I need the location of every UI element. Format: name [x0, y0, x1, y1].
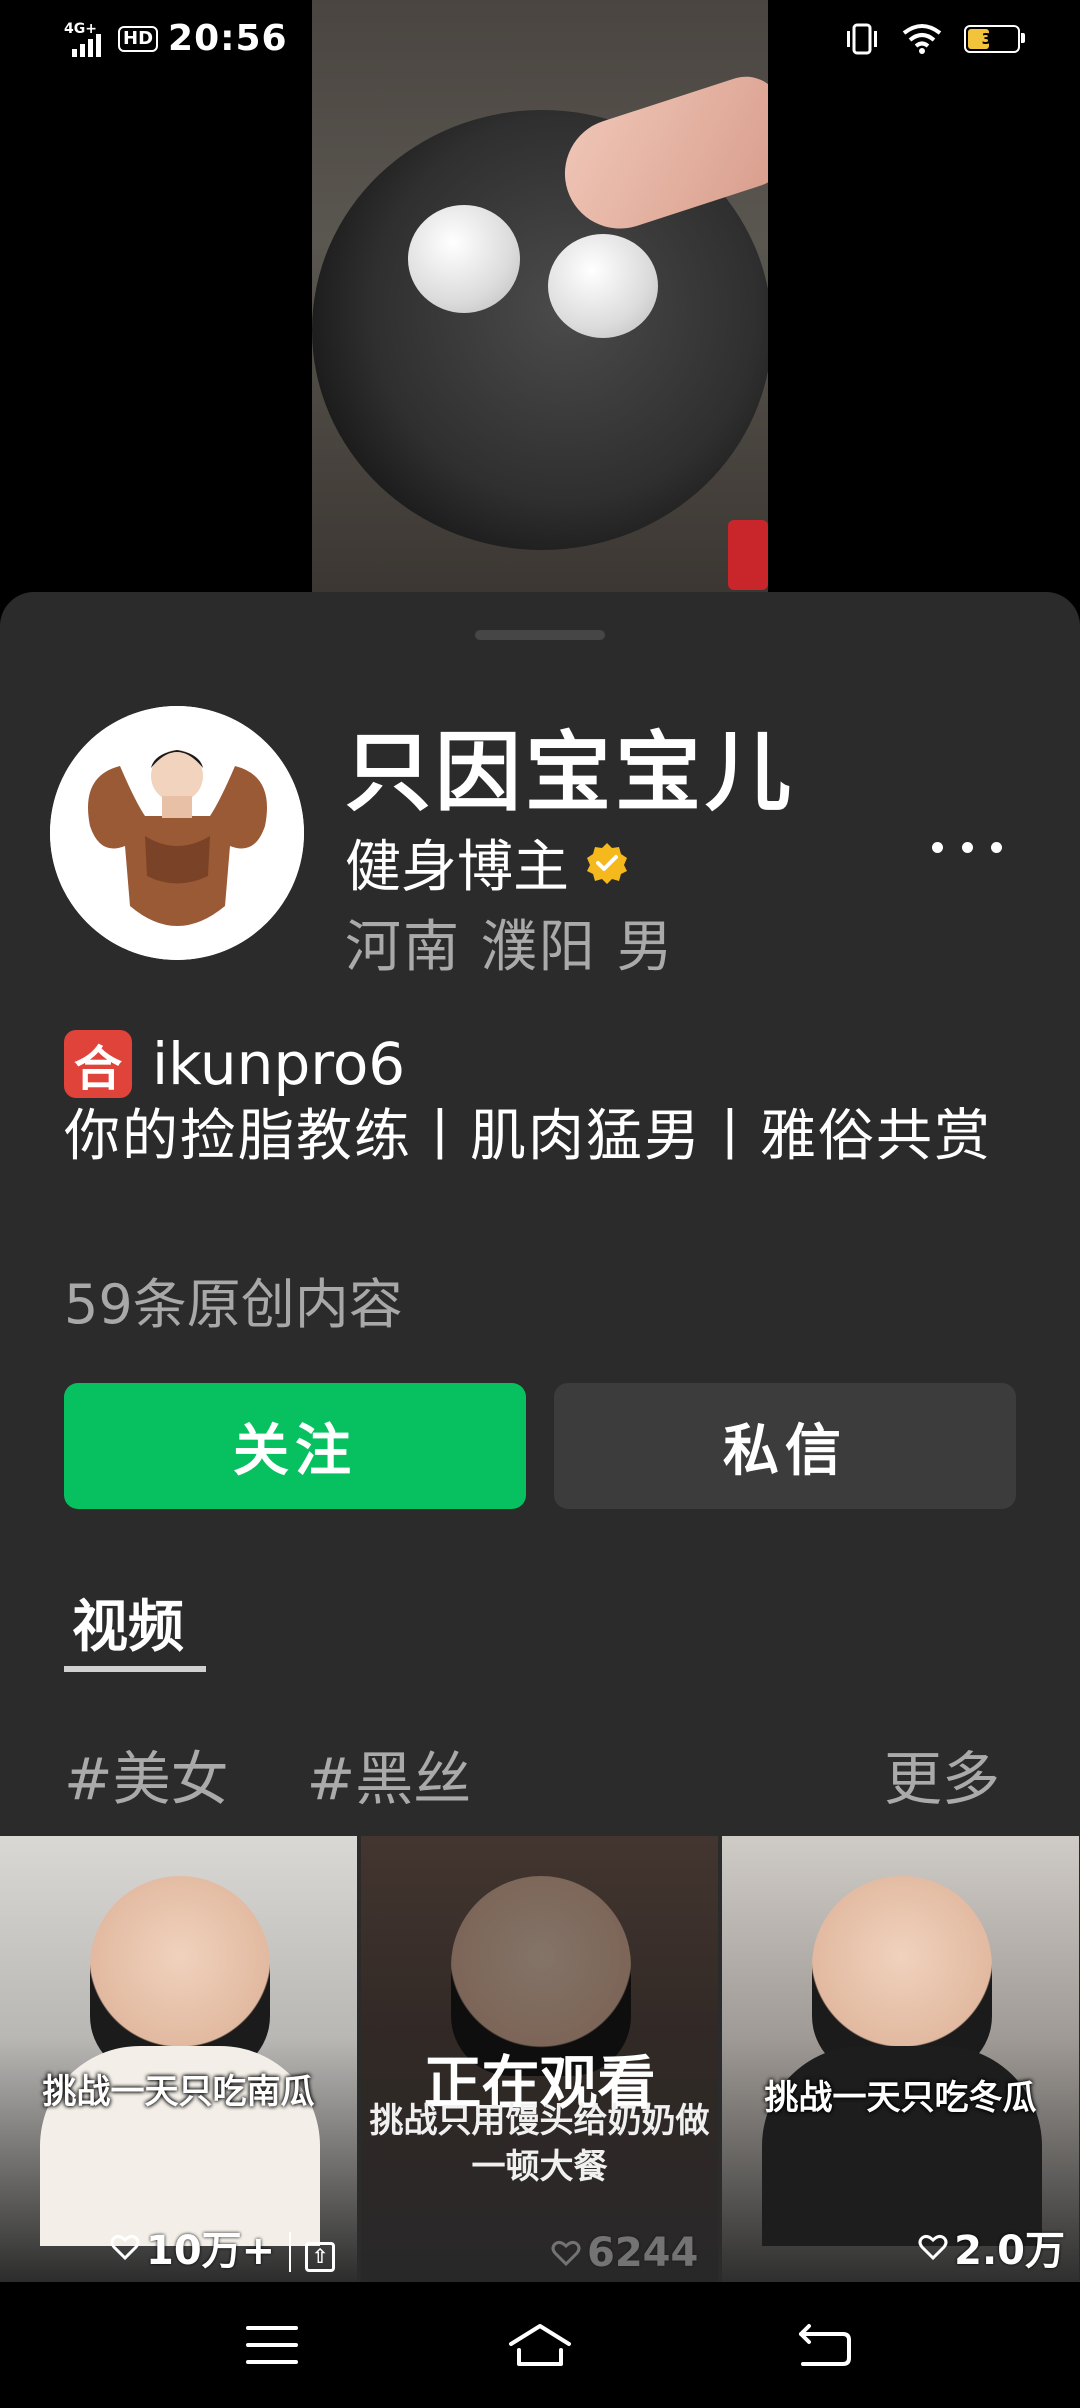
- avatar[interactable]: [50, 706, 304, 960]
- verified-badge-icon: [587, 842, 627, 884]
- like-count: 10万+: [110, 2218, 275, 2276]
- like-count: 6244: [551, 2230, 698, 2276]
- account-id: ikunpro6: [152, 1030, 406, 1098]
- profile-role: 健身博主: [345, 822, 629, 903]
- video-player[interactable]: [312, 0, 768, 600]
- profile-name: 只因宝宝儿: [345, 723, 795, 823]
- role-text: 健身博主: [345, 835, 569, 900]
- more-options-icon[interactable]: [932, 832, 1002, 862]
- battery-level: 32: [981, 30, 1003, 48]
- video-thumbnail[interactable]: 挑战一天只吃冬瓜 2.0万: [722, 1836, 1079, 2282]
- avatar-muscle-man-icon: [50, 706, 304, 960]
- tag-list: #美女 #黑丝: [64, 1732, 471, 1816]
- status-left: 4G+ HD 20:56: [64, 18, 288, 59]
- heart-icon: [918, 2234, 948, 2261]
- profile-location: 河南 濮阳 男: [345, 915, 675, 980]
- battery-icon: 32: [964, 25, 1025, 53]
- pan-handle-image: [728, 520, 768, 590]
- home-icon[interactable]: [505, 2320, 575, 2370]
- video-thumbnail[interactable]: 挑战一天只吃南瓜 10万+ ⇧: [0, 1836, 357, 2282]
- hd-icon: HD: [118, 25, 159, 52]
- video-caption: 挑战只用馒头给奶奶做一顿大餐: [369, 2101, 710, 2187]
- clock: 20:56: [168, 18, 288, 59]
- more-tags-link[interactable]: 更多: [884, 1732, 1000, 1816]
- video-caption: 挑战一天只吃南瓜: [42, 2072, 315, 2112]
- account-id-row: 合 ikunpro6: [64, 1030, 405, 1098]
- wifi-icon: [902, 24, 942, 54]
- back-icon[interactable]: [795, 2320, 855, 2370]
- menu-icon[interactable]: [242, 2320, 302, 2370]
- message-button[interactable]: 私信: [554, 1383, 1016, 1509]
- bun-image: [548, 234, 658, 338]
- bun-image: [408, 205, 520, 313]
- sheet-drag-handle[interactable]: [475, 630, 605, 640]
- video-thumbnail-current[interactable]: 正在观看 挑战只用馒头给奶奶做一顿大餐 6244: [361, 1836, 718, 2282]
- system-nav-bar: [0, 2282, 1080, 2408]
- status-right: 32: [844, 22, 1025, 56]
- divider: [289, 2232, 291, 2272]
- tab-video[interactable]: 视频: [72, 1582, 184, 1663]
- tab-indicator: [64, 1666, 206, 1672]
- tag-item[interactable]: #美女: [64, 1732, 229, 1816]
- content-count: 59条原创内容: [64, 1273, 403, 1336]
- profile-bio: 你的捡脂教练丨肌肉猛男丨雅俗共赏: [64, 1104, 992, 1169]
- vibrate-icon: [847, 23, 877, 55]
- pinned-icon: ⇧: [305, 2242, 335, 2272]
- follow-button[interactable]: 关注: [64, 1383, 526, 1509]
- like-count-value: 10万+: [146, 2228, 276, 2274]
- like-count-value: 2.0万: [954, 2228, 1065, 2274]
- video-grid: 挑战一天只吃南瓜 10万+ ⇧ 正在观看 挑战只用馒头给奶奶做一顿大餐 6244…: [0, 1836, 1080, 2282]
- heart-icon: [110, 2234, 140, 2261]
- profile-sheet: 只因宝宝儿 健身博主 河南 濮阳 男 合 ikunpro6 你的捡脂教练丨肌肉猛…: [0, 592, 1080, 2282]
- video-caption: 挑战一天只吃冬瓜: [764, 2078, 1037, 2118]
- like-count-value: 6244: [587, 2230, 699, 2276]
- he-badge-icon: 合: [64, 1030, 132, 1098]
- cellular-signal-icon: 4G+: [64, 21, 108, 57]
- tag-item[interactable]: #黑丝: [307, 1732, 472, 1816]
- heart-icon: [551, 2240, 581, 2267]
- like-count: 2.0万: [918, 2218, 1065, 2276]
